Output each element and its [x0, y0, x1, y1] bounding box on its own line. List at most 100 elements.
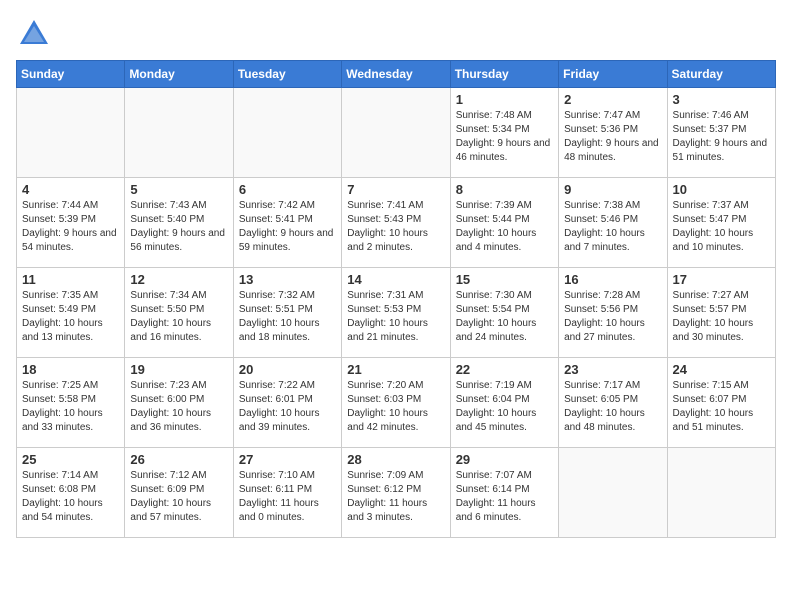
logo	[16, 16, 56, 52]
weekday-header-monday: Monday	[125, 61, 233, 88]
day-info: Sunrise: 7:41 AM Sunset: 5:43 PM Dayligh…	[347, 199, 444, 255]
day-number: 21	[347, 362, 444, 377]
day-number: 19	[130, 362, 227, 377]
day-number: 20	[239, 362, 336, 377]
weekday-header-thursday: Thursday	[450, 61, 558, 88]
day-info: Sunrise: 7:28 AM Sunset: 5:56 PM Dayligh…	[564, 289, 661, 345]
calendar-cell: 6 Sunrise: 7:42 AM Sunset: 5:41 PM Daylig…	[233, 178, 341, 268]
day-info: Sunrise: 7:42 AM Sunset: 5:41 PM Dayligh…	[239, 199, 336, 255]
calendar-cell: 15 Sunrise: 7:30 AM Sunset: 5:54 PM Dayli…	[450, 268, 558, 358]
day-info: Sunrise: 7:30 AM Sunset: 5:54 PM Dayligh…	[456, 289, 553, 345]
day-info: Sunrise: 7:10 AM Sunset: 6:11 PM Dayligh…	[239, 469, 336, 525]
calendar-cell: 26 Sunrise: 7:12 AM Sunset: 6:09 PM Dayli…	[125, 448, 233, 538]
day-number: 16	[564, 272, 661, 287]
calendar-cell: 28 Sunrise: 7:09 AM Sunset: 6:12 PM Dayli…	[342, 448, 450, 538]
calendar-cell: 5 Sunrise: 7:43 AM Sunset: 5:40 PM Daylig…	[125, 178, 233, 268]
calendar-cell: 8 Sunrise: 7:39 AM Sunset: 5:44 PM Daylig…	[450, 178, 558, 268]
day-info: Sunrise: 7:15 AM Sunset: 6:07 PM Dayligh…	[673, 379, 770, 435]
day-number: 1	[456, 92, 553, 107]
calendar-cell: 25 Sunrise: 7:14 AM Sunset: 6:08 PM Dayli…	[17, 448, 125, 538]
logo-icon	[16, 16, 52, 52]
calendar-week-row: 18 Sunrise: 7:25 AM Sunset: 5:58 PM Dayli…	[17, 358, 776, 448]
calendar-cell: 3 Sunrise: 7:46 AM Sunset: 5:37 PM Daylig…	[667, 88, 775, 178]
weekday-header-wednesday: Wednesday	[342, 61, 450, 88]
day-info: Sunrise: 7:12 AM Sunset: 6:09 PM Dayligh…	[130, 469, 227, 525]
day-number: 7	[347, 182, 444, 197]
calendar-week-row: 1 Sunrise: 7:48 AM Sunset: 5:34 PM Daylig…	[17, 88, 776, 178]
day-number: 23	[564, 362, 661, 377]
calendar-cell: 24Sunrise: 7:15 AM Sunset: 6:07 PM Dayli…	[667, 358, 775, 448]
day-number: 2	[564, 92, 661, 107]
day-info: Sunrise: 7:17 AM Sunset: 6:05 PM Dayligh…	[564, 379, 661, 435]
day-info: Sunrise: 7:37 AM Sunset: 5:47 PM Dayligh…	[673, 199, 770, 255]
day-number: 29	[456, 452, 553, 467]
day-number: 15	[456, 272, 553, 287]
calendar-cell: 22 Sunrise: 7:19 AM Sunset: 6:04 PM Dayli…	[450, 358, 558, 448]
day-number: 6	[239, 182, 336, 197]
calendar-cell: 16 Sunrise: 7:28 AM Sunset: 5:56 PM Dayli…	[559, 268, 667, 358]
day-info: Sunrise: 7:35 AM Sunset: 5:49 PM Dayligh…	[22, 289, 119, 345]
day-number: 28	[347, 452, 444, 467]
calendar-cell	[667, 448, 775, 538]
day-info: Sunrise: 7:46 AM Sunset: 5:37 PM Dayligh…	[673, 109, 770, 165]
day-info: Sunrise: 7:27 AM Sunset: 5:57 PM Dayligh…	[673, 289, 770, 345]
calendar-week-row: 4 Sunrise: 7:44 AM Sunset: 5:39 PM Daylig…	[17, 178, 776, 268]
day-number: 26	[130, 452, 227, 467]
day-info: Sunrise: 7:34 AM Sunset: 5:50 PM Dayligh…	[130, 289, 227, 345]
day-number: 12	[130, 272, 227, 287]
header	[16, 16, 776, 52]
day-info: Sunrise: 7:43 AM Sunset: 5:40 PM Dayligh…	[130, 199, 227, 255]
day-number: 18	[22, 362, 119, 377]
day-number: 9	[564, 182, 661, 197]
calendar-cell: 7 Sunrise: 7:41 AM Sunset: 5:43 PM Daylig…	[342, 178, 450, 268]
calendar-cell	[559, 448, 667, 538]
calendar-cell	[233, 88, 341, 178]
calendar-cell: 20 Sunrise: 7:22 AM Sunset: 6:01 PM Dayli…	[233, 358, 341, 448]
day-info: Sunrise: 7:25 AM Sunset: 5:58 PM Dayligh…	[22, 379, 119, 435]
day-info: Sunrise: 7:31 AM Sunset: 5:53 PM Dayligh…	[347, 289, 444, 345]
day-number: 17	[673, 272, 770, 287]
calendar-week-row: 25 Sunrise: 7:14 AM Sunset: 6:08 PM Dayli…	[17, 448, 776, 538]
calendar-cell: 2 Sunrise: 7:47 AM Sunset: 5:36 PM Daylig…	[559, 88, 667, 178]
calendar-cell	[17, 88, 125, 178]
day-info: Sunrise: 7:38 AM Sunset: 5:46 PM Dayligh…	[564, 199, 661, 255]
day-info: Sunrise: 7:07 AM Sunset: 6:14 PM Dayligh…	[456, 469, 553, 525]
day-info: Sunrise: 7:22 AM Sunset: 6:01 PM Dayligh…	[239, 379, 336, 435]
calendar-cell: 23 Sunrise: 7:17 AM Sunset: 6:05 PM Dayli…	[559, 358, 667, 448]
day-info: Sunrise: 7:20 AM Sunset: 6:03 PM Dayligh…	[347, 379, 444, 435]
day-number: 5	[130, 182, 227, 197]
day-number: 4	[22, 182, 119, 197]
day-number: 10	[673, 182, 770, 197]
day-number: 25	[22, 452, 119, 467]
calendar-cell: 1 Sunrise: 7:48 AM Sunset: 5:34 PM Daylig…	[450, 88, 558, 178]
day-info: Sunrise: 7:19 AM Sunset: 6:04 PM Dayligh…	[456, 379, 553, 435]
calendar-cell: 17 Sunrise: 7:27 AM Sunset: 5:57 PM Dayli…	[667, 268, 775, 358]
calendar-cell: 29 Sunrise: 7:07 AM Sunset: 6:14 PM Dayli…	[450, 448, 558, 538]
day-info: Sunrise: 7:47 AM Sunset: 5:36 PM Dayligh…	[564, 109, 661, 165]
day-info: Sunrise: 7:09 AM Sunset: 6:12 PM Dayligh…	[347, 469, 444, 525]
day-info: Sunrise: 7:23 AM Sunset: 6:00 PM Dayligh…	[130, 379, 227, 435]
calendar-cell: 4 Sunrise: 7:44 AM Sunset: 5:39 PM Daylig…	[17, 178, 125, 268]
day-info: Sunrise: 7:44 AM Sunset: 5:39 PM Dayligh…	[22, 199, 119, 255]
day-info: Sunrise: 7:32 AM Sunset: 5:51 PM Dayligh…	[239, 289, 336, 345]
weekday-header-friday: Friday	[559, 61, 667, 88]
day-number: 22	[456, 362, 553, 377]
day-number: 13	[239, 272, 336, 287]
day-info: Sunrise: 7:48 AM Sunset: 5:34 PM Dayligh…	[456, 109, 553, 165]
day-info: Sunrise: 7:39 AM Sunset: 5:44 PM Dayligh…	[456, 199, 553, 255]
calendar-cell: 12 Sunrise: 7:34 AM Sunset: 5:50 PM Dayli…	[125, 268, 233, 358]
calendar-table: SundayMondayTuesdayWednesdayThursdayFrid…	[16, 60, 776, 538]
calendar-cell: 10 Sunrise: 7:37 AM Sunset: 5:47 PM Dayli…	[667, 178, 775, 268]
day-info: Sunrise: 7:14 AM Sunset: 6:08 PM Dayligh…	[22, 469, 119, 525]
weekday-header-tuesday: Tuesday	[233, 61, 341, 88]
calendar-cell: 9 Sunrise: 7:38 AM Sunset: 5:46 PM Daylig…	[559, 178, 667, 268]
day-number: 3	[673, 92, 770, 107]
day-number: 8	[456, 182, 553, 197]
day-number: 11	[22, 272, 119, 287]
calendar-cell: 27Sunrise: 7:10 AM Sunset: 6:11 PM Dayli…	[233, 448, 341, 538]
day-number: 14	[347, 272, 444, 287]
calendar-cell: 18 Sunrise: 7:25 AM Sunset: 5:58 PM Dayli…	[17, 358, 125, 448]
weekday-header-saturday: Saturday	[667, 61, 775, 88]
calendar-cell	[342, 88, 450, 178]
weekday-header-sunday: Sunday	[17, 61, 125, 88]
